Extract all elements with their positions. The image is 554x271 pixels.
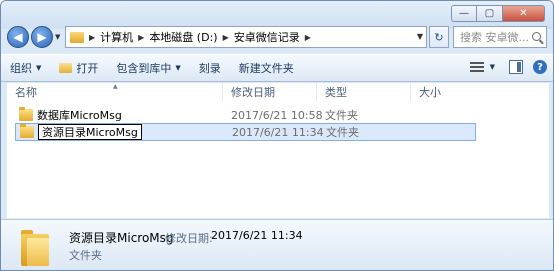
file-type: 文件夹 <box>326 126 359 139</box>
chevron-down-icon: ▼ <box>36 64 42 72</box>
open-button[interactable]: 打开 <box>50 57 107 79</box>
new-folder-label: 新建文件夹 <box>238 62 294 75</box>
column-header-name[interactable]: 名称 ▲ <box>7 83 223 101</box>
column-size-label: 大小 <box>419 86 441 99</box>
large-folder-icon <box>21 228 49 266</box>
organize-button[interactable]: 组织 ▼ <box>1 57 50 79</box>
command-toolbar: 组织 ▼ 打开 包含到库中 ▼ 刻录 新建文件夹 ▼ ? <box>1 54 553 82</box>
file-row-selected[interactable]: 资源目录MicroMsg 2017/6/21 11:34 文件夹 <box>15 123 476 141</box>
navigation-bar: ◀ ▶ ▼ ▶ 计算机 ▶ 本地磁盘 (D:) ▶ 安卓微信记录 ▶ ▼ ↻ 搜… <box>1 23 553 53</box>
file-name-cell: 资源目录MicroMsg <box>38 124 232 140</box>
file-list: 名称 ▲ 修改日期 类型 大小 数据库MicroMsg 2017/6/21 10… <box>7 83 549 218</box>
rename-input[interactable]: 资源目录MicroMsg <box>38 124 142 140</box>
column-header-size[interactable]: 大小 <box>411 83 461 101</box>
search-icon <box>532 32 541 41</box>
file-date: 2017/6/21 11:34 <box>232 125 324 139</box>
folder-icon <box>19 107 33 121</box>
chevron-right-icon[interactable]: ▶ <box>305 33 311 42</box>
breadcrumb-current-folder[interactable]: 安卓微信记录 <box>234 29 300 45</box>
chevron-down-icon: ▼ <box>175 64 181 72</box>
folder-icon <box>20 124 34 138</box>
column-headers: 名称 ▲ 修改日期 类型 大小 <box>7 83 549 101</box>
include-library-label: 包含到库中 <box>116 62 172 75</box>
open-folder-icon <box>59 63 73 73</box>
chevron-right-icon[interactable]: ▶ <box>223 33 229 42</box>
folder-icon <box>70 31 84 43</box>
refresh-button[interactable]: ↻ <box>429 26 449 48</box>
column-type-label: 类型 <box>325 86 347 99</box>
explorer-window: — ▢ ✕ ◀ ▶ ▼ ▶ 计算机 ▶ 本地磁盘 (D:) ▶ 安卓微信记录 ▶… <box>0 0 554 271</box>
chevron-right-icon[interactable]: ▶ <box>138 33 144 42</box>
burn-label: 刻录 <box>198 62 221 75</box>
maximize-button[interactable]: ▢ <box>477 5 503 22</box>
minimize-button[interactable]: — <box>451 5 477 22</box>
details-pane: 资源目录MicroMsg 修改日期: 2017/6/21 11:34 文件夹 <box>1 219 553 270</box>
preview-pane-icon[interactable] <box>509 60 523 74</box>
refresh-icon: ↻ <box>434 30 444 44</box>
help-icon[interactable]: ? <box>533 60 547 74</box>
column-header-type[interactable]: 类型 <box>317 83 411 101</box>
back-button[interactable]: ◀ <box>7 26 29 48</box>
forward-button[interactable]: ▶ <box>31 26 53 48</box>
window-controls: — ▢ ✕ <box>451 5 545 22</box>
address-bar[interactable]: ▶ 计算机 ▶ 本地磁盘 (D:) ▶ 安卓微信记录 ▶ ▼ <box>65 26 427 48</box>
open-label: 打开 <box>76 62 99 75</box>
recent-pages-dropdown[interactable]: ▼ <box>55 33 60 41</box>
sort-ascending-icon: ▲ <box>113 83 118 90</box>
column-name-label: 名称 <box>15 86 37 99</box>
view-options-icon[interactable] <box>468 59 486 75</box>
file-name: 数据库MicroMsg <box>37 109 122 122</box>
breadcrumb-computer[interactable]: 计算机 <box>100 29 133 45</box>
file-date: 2017/6/21 10:58 <box>231 108 323 122</box>
toolbar-right-controls: ▼ ? <box>468 59 547 75</box>
search-box[interactable]: 搜索 安卓微... <box>453 26 547 48</box>
burn-button[interactable]: 刻录 <box>190 57 230 79</box>
organize-label: 组织 <box>10 62 32 75</box>
breadcrumb-drive-d[interactable]: 本地磁盘 (D:) <box>149 29 217 45</box>
column-header-date[interactable]: 修改日期 <box>223 83 317 101</box>
address-dropdown-icon[interactable]: ▼ <box>417 32 423 41</box>
details-date-value: 2017/6/21 11:34 <box>211 229 303 242</box>
details-item-name: 资源目录MicroMsg <box>69 231 174 245</box>
details-item-type: 文件夹 <box>69 249 102 262</box>
close-button[interactable]: ✕ <box>503 5 545 22</box>
details-date-label: 修改日期: <box>165 232 213 245</box>
file-row[interactable]: 数据库MicroMsg 2017/6/21 10:58 文件夹 <box>15 106 476 124</box>
chevron-down-icon[interactable]: ▼ <box>490 63 495 71</box>
chevron-right-icon[interactable]: ▶ <box>89 33 95 42</box>
include-in-library-button[interactable]: 包含到库中 ▼ <box>107 57 189 79</box>
search-placeholder: 搜索 安卓微... <box>460 31 529 44</box>
column-date-label: 修改日期 <box>231 86 275 99</box>
new-folder-button[interactable]: 新建文件夹 <box>230 57 303 79</box>
file-type: 文件夹 <box>325 109 358 122</box>
